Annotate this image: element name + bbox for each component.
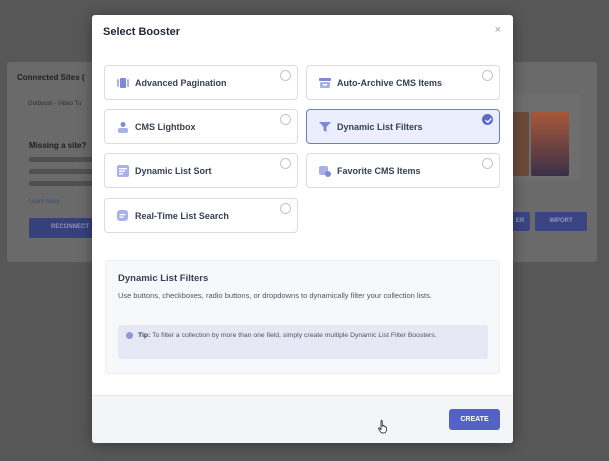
booster-dynamic-list-filters[interactable]: Dynamic List Filters [306,109,500,144]
tip-text: Tip: To filter a collection by more than… [138,330,483,342]
site-row-name: Gotboost - Video Tu [28,101,82,107]
booster-description-panel: Dynamic List Filters Use buttons, checkb… [105,260,500,374]
description-title: Dynamic List Filters [118,273,209,284]
tip-label: Tip: [138,332,151,339]
booster-label: Advanced Pagination [135,78,227,88]
booster-label: CMS Lightbox [135,122,196,132]
booster-advanced-pagination[interactable]: Advanced Pagination [104,65,298,100]
create-button[interactable]: CREATE [449,409,500,430]
pagination-icon [117,78,129,88]
search-icon [117,210,128,221]
modal-footer: CREATE [92,395,513,443]
booster-label: Auto-Archive CMS Items [337,78,443,88]
booster-cms-lightbox[interactable]: CMS Lightbox [104,109,298,144]
booster-label: Favorite CMS Items [337,166,421,176]
checkmark-icon [485,118,492,123]
close-icon[interactable]: × [495,24,501,36]
connected-sites-title: Connected Sites ( [17,73,85,82]
filter-button[interactable]: ER [510,212,530,231]
booster-real-time-list-search[interactable]: Real-Time List Search [104,198,298,233]
favorite-icon [319,166,331,177]
booster-radio[interactable] [280,70,291,81]
missing-site-title: Missing a site? [29,141,87,150]
sort-icon [117,165,129,177]
booster-radio-selected[interactable] [482,114,493,125]
reconnect-button[interactable]: RECONNECT [29,218,95,238]
booster-radio[interactable] [482,70,493,81]
lightbox-icon [118,122,128,133]
booster-label: Real-Time List Search [135,211,229,221]
tip-box: Tip: To filter a collection by more than… [118,325,488,359]
description-text: Use buttons, checkboxes, radio buttons, … [118,291,432,300]
booster-auto-archive-cms-items[interactable]: Auto-Archive CMS Items [306,65,500,100]
import-button[interactable]: IMPORT [535,212,587,231]
booster-favorite-cms-items[interactable]: Favorite CMS Items [306,153,500,188]
booster-radio[interactable] [482,158,493,169]
booster-label: Dynamic List Sort [135,166,212,176]
select-booster-modal: Select Booster × Advanced Pagination Aut… [92,15,513,443]
archive-icon [319,78,331,88]
preview-image [513,112,529,176]
hand-cursor-icon [378,420,387,434]
booster-label: Dynamic List Filters [337,122,423,132]
modal-title: Select Booster [103,26,181,38]
booster-radio[interactable] [280,203,291,214]
info-icon [126,332,133,339]
filter-icon [319,122,331,132]
preview-image [531,112,569,176]
missing-site-text [29,157,93,193]
booster-radio[interactable] [280,158,291,169]
booster-dynamic-list-sort[interactable]: Dynamic List Sort [104,153,298,188]
tip-body: To filter a collection by more than one … [152,332,437,339]
learn-more-link[interactable]: Learn more [29,199,60,205]
booster-radio[interactable] [280,114,291,125]
